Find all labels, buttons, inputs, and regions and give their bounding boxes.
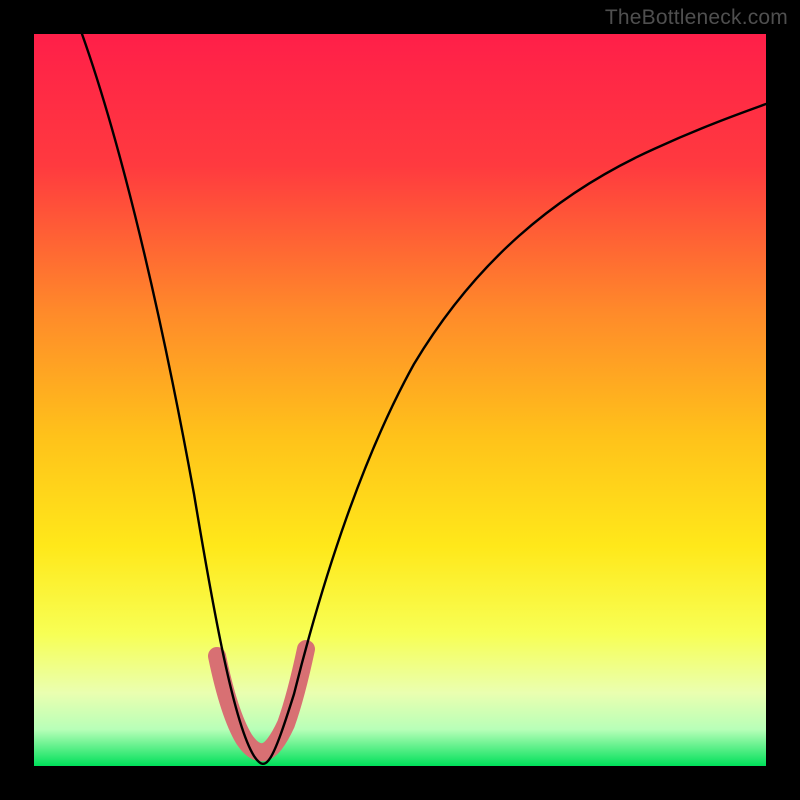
plot-area — [34, 34, 766, 766]
bottleneck-curve — [82, 34, 766, 764]
chart-frame: TheBottleneck.com — [0, 0, 800, 800]
curve-layer — [34, 34, 766, 766]
watermark-text: TheBottleneck.com — [605, 6, 788, 30]
